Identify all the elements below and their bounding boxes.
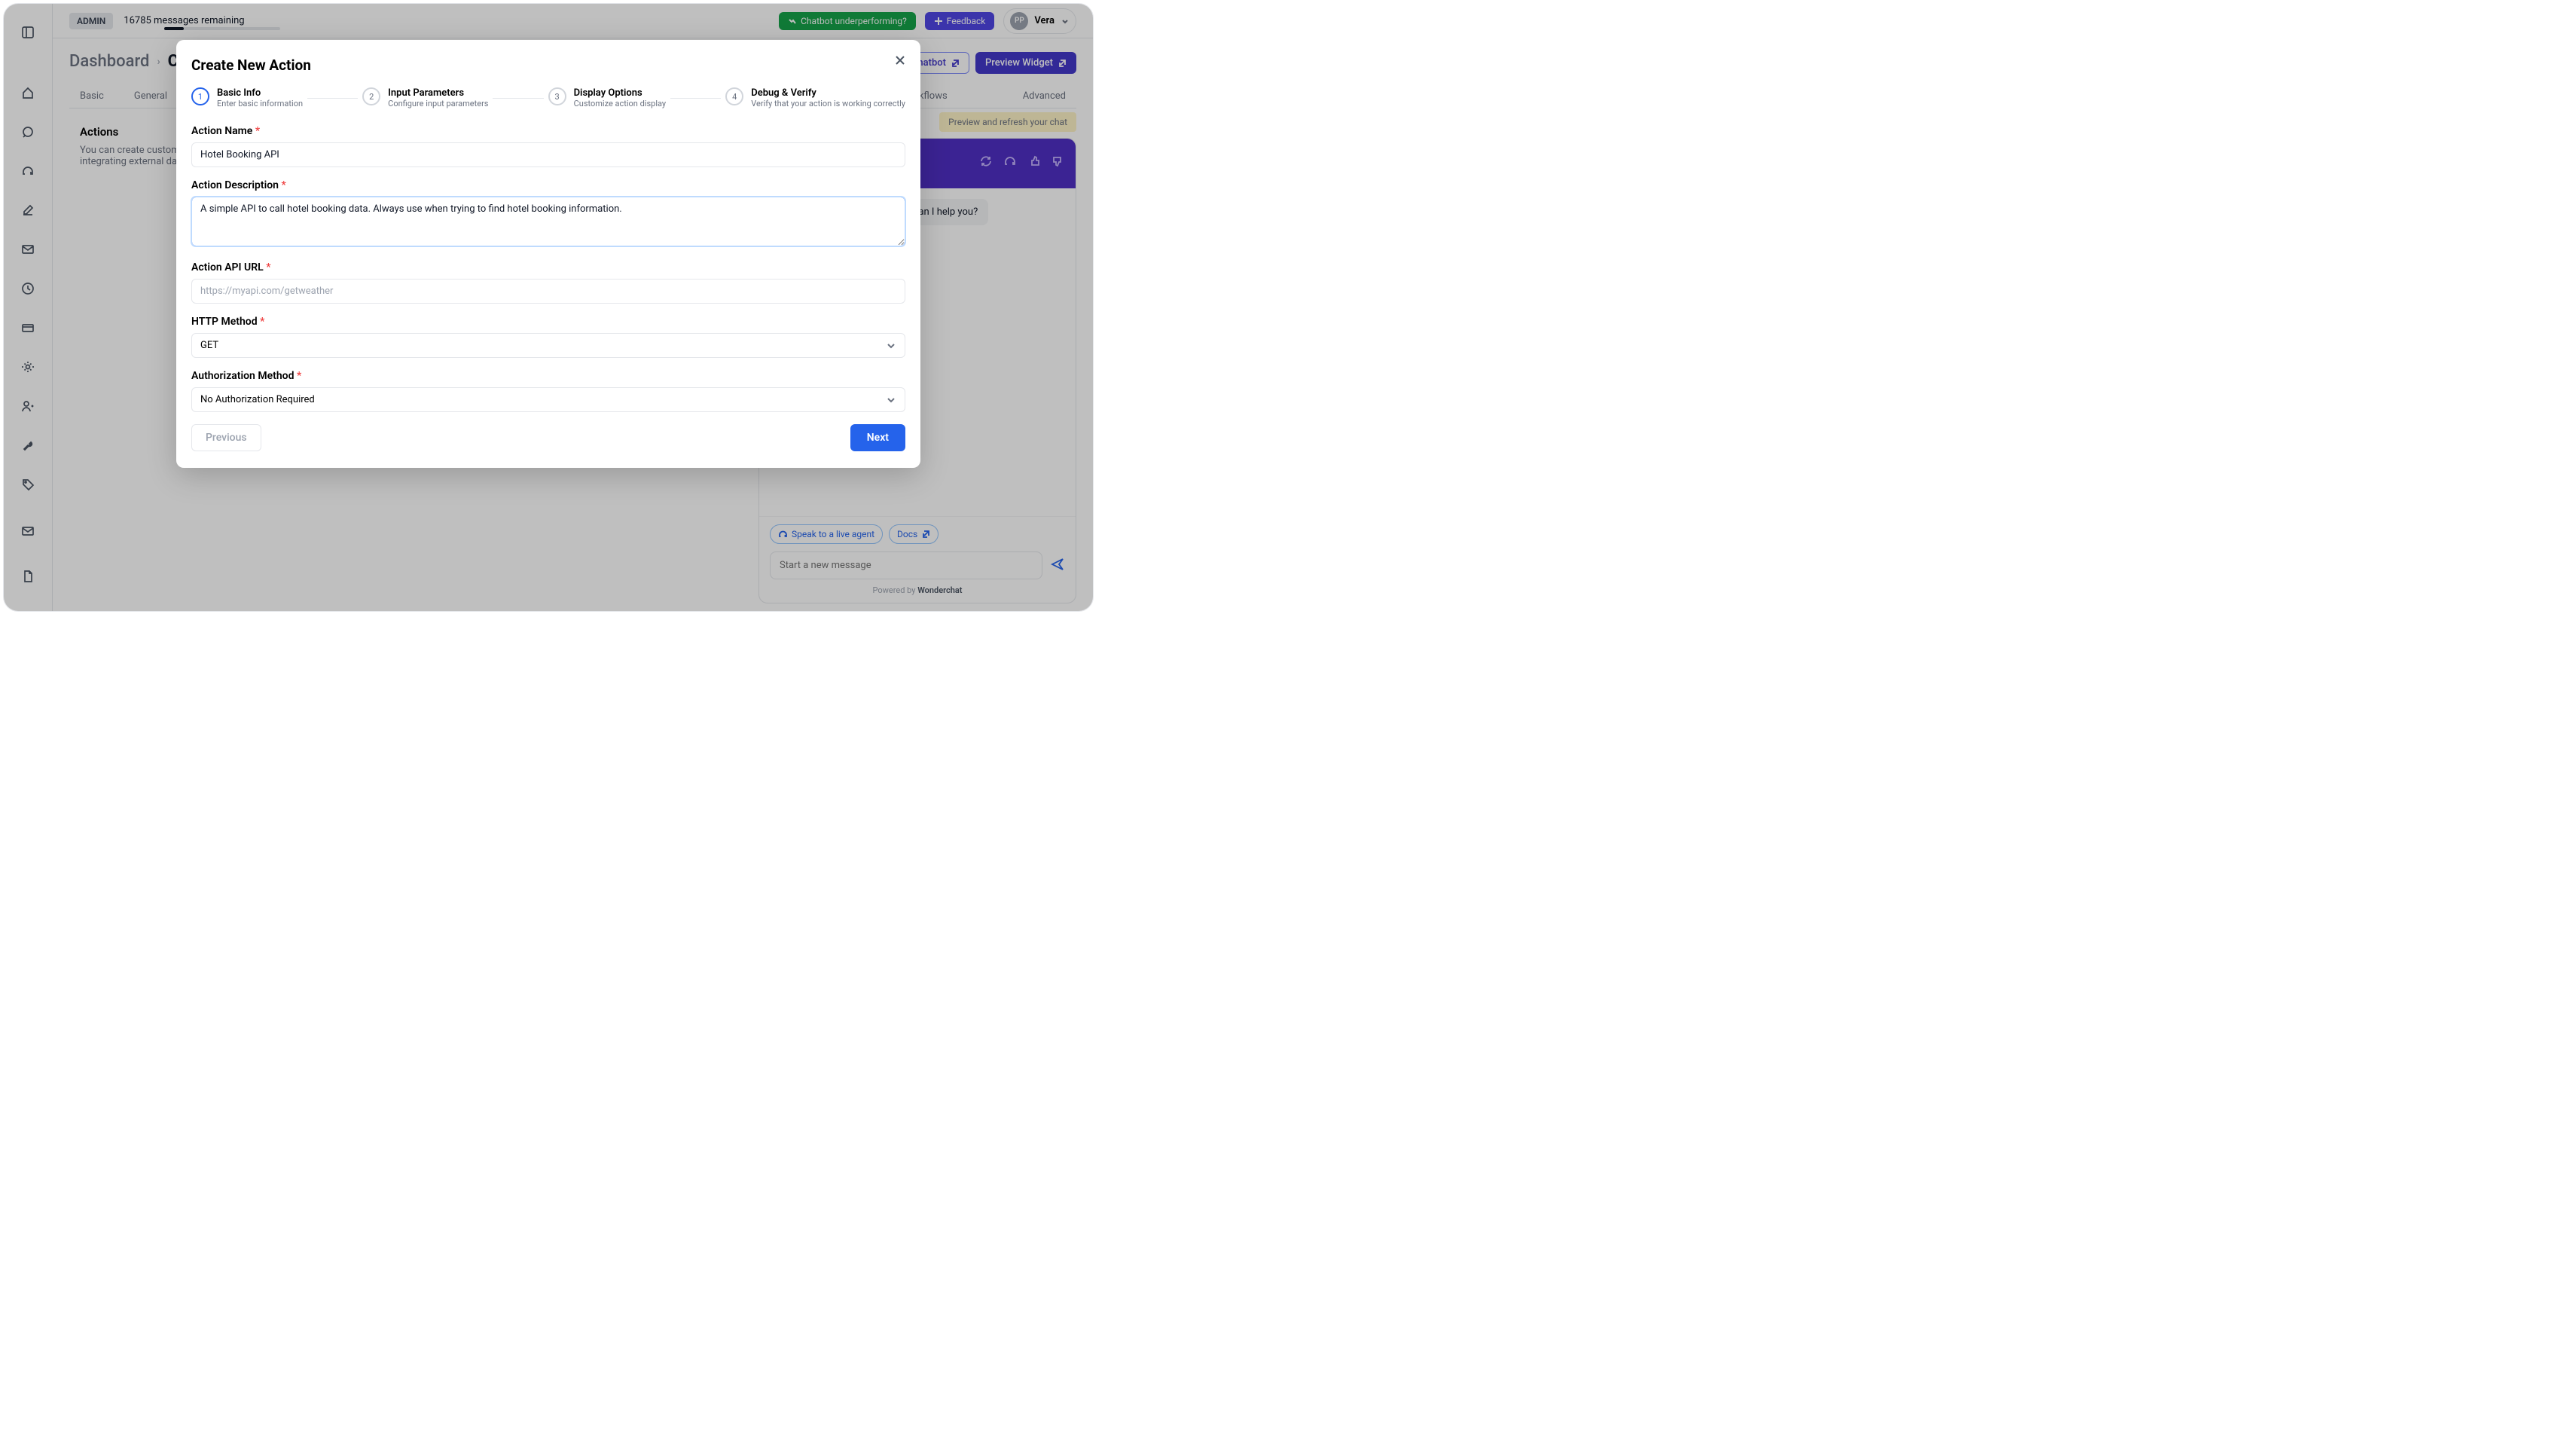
step-title: Debug & Verify <box>751 87 905 99</box>
next-button[interactable]: Next <box>850 424 905 451</box>
chevron-down-icon <box>886 341 896 351</box>
action-description-label: Action Description * <box>191 179 905 191</box>
create-action-modal: Create New Action 1 Basic Info Enter bas… <box>176 40 920 468</box>
auth-method-label: Authorization Method * <box>191 370 905 382</box>
step-title: Input Parameters <box>388 87 488 99</box>
step-subtitle: Customize action display <box>574 99 667 108</box>
action-url-label: Action API URL * <box>191 261 905 273</box>
step-number: 1 <box>191 87 209 105</box>
stepper: 1 Basic Info Enter basic information 2 I… <box>191 87 905 108</box>
modal-close-button[interactable] <box>893 53 907 70</box>
step-title: Basic Info <box>217 87 303 99</box>
previous-button[interactable]: Previous <box>191 424 261 451</box>
step-title: Display Options <box>574 87 667 99</box>
action-name-input[interactable] <box>191 142 905 167</box>
modal-title: Create New Action <box>191 57 905 74</box>
http-method-value: GET <box>200 340 218 351</box>
step-4: 4 Debug & Verify Verify that your action… <box>725 87 905 108</box>
auth-method-select[interactable]: No Authorization Required <box>191 387 905 412</box>
close-icon <box>893 53 907 67</box>
action-url-input[interactable] <box>191 279 905 304</box>
step-2: 2 Input Parameters Configure input param… <box>362 87 488 108</box>
step-3: 3 Display Options Customize action displ… <box>548 87 667 108</box>
step-1: 1 Basic Info Enter basic information <box>191 87 303 108</box>
action-description-input[interactable] <box>191 197 905 246</box>
chevron-down-icon <box>886 395 896 405</box>
step-number: 4 <box>725 87 743 105</box>
step-subtitle: Verify that your action is working corre… <box>751 99 905 108</box>
step-number: 3 <box>548 87 566 105</box>
http-method-label: HTTP Method * <box>191 316 905 328</box>
auth-method-value: No Authorization Required <box>200 394 315 405</box>
step-subtitle: Enter basic information <box>217 99 303 108</box>
step-number: 2 <box>362 87 380 105</box>
action-name-label: Action Name * <box>191 125 905 137</box>
step-subtitle: Configure input parameters <box>388 99 488 108</box>
http-method-select[interactable]: GET <box>191 333 905 358</box>
